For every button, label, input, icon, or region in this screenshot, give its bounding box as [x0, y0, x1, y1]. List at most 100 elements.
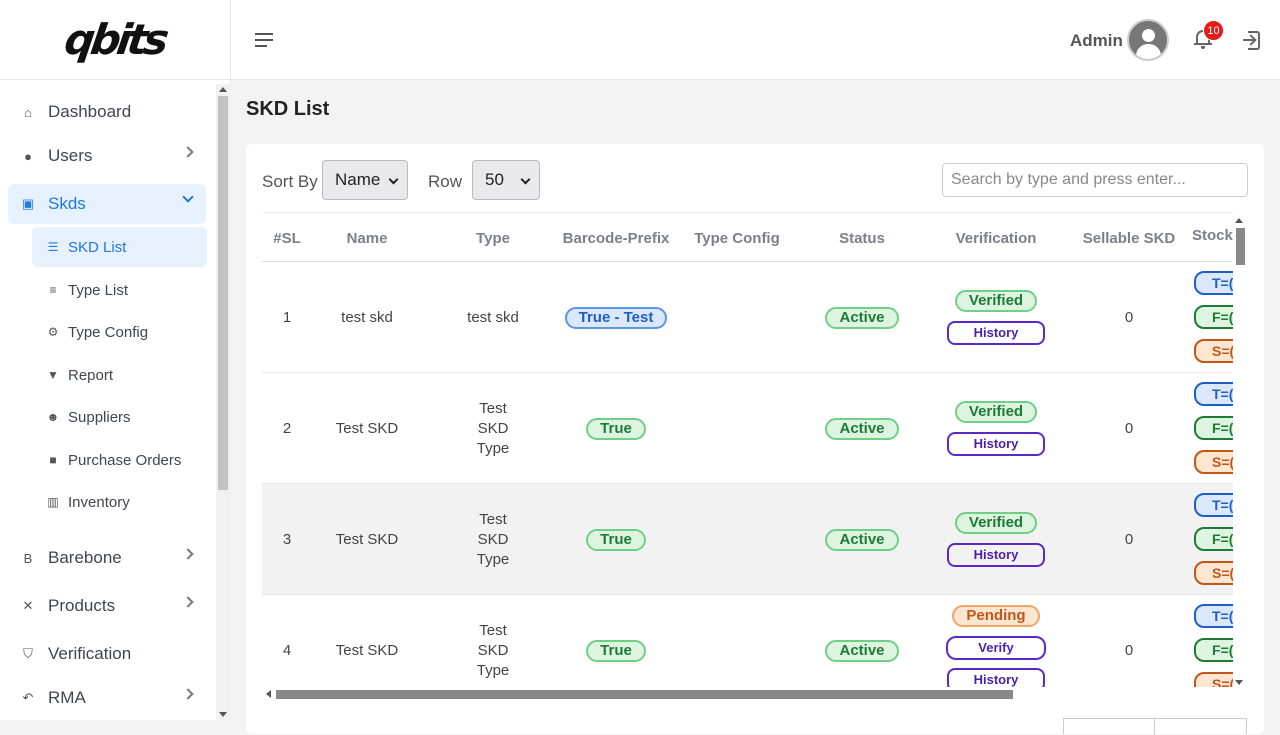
users-icon: ☻ — [46, 410, 60, 424]
sidebar-item-products[interactable]: ✕ Products — [8, 586, 206, 626]
stock-sold-badge: S=( — [1194, 450, 1233, 474]
scroll-down-arrow-icon[interactable] — [219, 712, 227, 717]
brand-logo[interactable]: qbits — [0, 0, 230, 80]
cell-name: Test SKD — [335, 641, 399, 659]
sort-by-select[interactable]: Name — [322, 160, 408, 200]
cell-verification: Verified History — [932, 484, 1060, 595]
header-type[interactable]: Type — [432, 213, 554, 263]
verification-badge: Verified — [954, 512, 1038, 534]
header-barcode-prefix[interactable]: Barcode-Prefix — [560, 213, 672, 263]
cell-sellable: 0 — [1124, 641, 1134, 659]
sidebar-subitem-report[interactable]: ▼ Report — [32, 355, 207, 395]
cell-status: Active — [802, 262, 922, 373]
search-input[interactable] — [942, 163, 1248, 197]
table-horizontal-scrollbar[interactable] — [262, 687, 1233, 701]
sidebar-subitem-label: Inventory — [68, 493, 130, 511]
cell-sellable: 0 — [1124, 419, 1134, 437]
sidebar-subitem-inventory[interactable]: ▥ Inventory — [32, 482, 207, 522]
row-count-value: 50 — [485, 170, 504, 189]
scroll-up-arrow-icon[interactable] — [219, 87, 227, 92]
logout-icon[interactable] — [1243, 31, 1261, 50]
sidebar-scrollbar[interactable] — [216, 84, 231, 720]
user-circle-icon: ● — [24, 148, 32, 164]
chip-icon: ▣ — [21, 196, 35, 211]
sidebar-item-verification[interactable]: ⛉ Verification — [8, 634, 206, 674]
history-button[interactable]: History — [947, 543, 1045, 567]
sidebar-item-skds[interactable]: ▣ Skds — [8, 184, 206, 224]
header-type-config[interactable]: Type Config — [680, 213, 794, 263]
stock-free-badge: F=( — [1194, 527, 1233, 551]
scrollbar-thumb[interactable] — [1236, 228, 1245, 265]
pagination[interactable] — [1063, 718, 1247, 735]
cell-barcode: True - Test — [560, 262, 672, 373]
header-status[interactable]: Status — [802, 213, 922, 263]
sidebar-subitem-label: Type Config — [68, 323, 149, 341]
sidebar-subitem-skd-list[interactable]: ☰ SKD List — [32, 227, 207, 267]
stock-free-badge: F=( — [1194, 305, 1233, 329]
cell-sl: 4 — [282, 641, 292, 659]
table-vertical-scrollbar[interactable] — [1233, 216, 1247, 687]
sidebar-item-label: Skds — [48, 194, 86, 213]
status-badge: Active — [825, 528, 899, 551]
table-row[interactable]: 4 Test SKD Test SKD Type True Active Pen… — [262, 595, 1233, 687]
shopping-bag-icon: ■ — [49, 453, 57, 467]
scroll-down-arrow-icon[interactable] — [1235, 680, 1243, 685]
row-count-select[interactable]: 50 — [472, 160, 540, 200]
header-sellable-skd[interactable]: Sellable SKD — [1072, 213, 1186, 263]
sidebar-item-rma[interactable]: ↶ RMA — [8, 678, 206, 718]
stock-sold-badge: S=( — [1194, 672, 1233, 687]
history-button[interactable]: History — [947, 668, 1045, 687]
status-badge: Active — [825, 639, 899, 662]
sidebar-subitem-suppliers[interactable]: ☻ Suppliers — [32, 397, 207, 437]
cell-status: Active — [802, 595, 922, 687]
sidebar-item-barebone[interactable]: B Barebone — [8, 538, 206, 578]
sidebar-subitem-type-config[interactable]: ⚙ Type Config — [32, 312, 207, 352]
sidebar-subitem-type-list[interactable]: ≡ Type List — [32, 270, 207, 310]
avatar[interactable] — [1127, 19, 1169, 61]
chevron-down-icon — [182, 191, 194, 203]
menu-toggle-icon[interactable] — [255, 33, 273, 47]
stock-total-badge: T=( — [1194, 493, 1233, 517]
table-row[interactable]: 1 test skd test skd True - Test Active V… — [262, 262, 1233, 373]
history-button[interactable]: History — [947, 321, 1045, 345]
cell-verification: Verified History — [932, 262, 1060, 373]
stock-sold-badge: S=( — [1194, 561, 1233, 585]
barcode-prefix-badge: True — [586, 417, 646, 440]
sidebar-subitem-purchase-orders[interactable]: ■ Purchase Orders — [32, 440, 207, 480]
cell-type: Test SKD Type — [476, 399, 510, 457]
table-row[interactable]: 3 Test SKD Test SKD Type True Active Ver… — [262, 484, 1233, 595]
cell-name: Test SKD — [335, 419, 399, 437]
cell-name: test skd — [341, 308, 393, 326]
sidebar-subitem-label: Suppliers — [68, 408, 131, 426]
header-stock[interactable]: Stock — [1192, 213, 1233, 263]
scroll-up-arrow-icon[interactable] — [1235, 218, 1243, 223]
scroll-left-arrow-icon[interactable] — [266, 690, 271, 698]
sidebar-item-label: RMA — [48, 688, 86, 707]
sidebar-item-dashboard[interactable]: ⌂ Dashboard — [8, 92, 206, 132]
admin-name[interactable]: Admin — [1070, 31, 1123, 51]
sidebar-item-label: Users — [48, 146, 93, 165]
shield-check-icon: ⛉ — [23, 646, 33, 661]
history-button[interactable]: History — [947, 432, 1045, 456]
table-row[interactable]: 2 Test SKD Test SKD Type True Active Ver… — [262, 373, 1233, 484]
sidebar-item-users[interactable]: ● Users — [8, 136, 206, 176]
scrollbar-thumb[interactable] — [276, 690, 1013, 699]
cell-status: Active — [802, 484, 922, 595]
status-badge: Active — [825, 417, 899, 440]
header-verification[interactable]: Verification — [932, 213, 1060, 263]
chevron-right-icon — [182, 688, 194, 700]
scrollbar-thumb[interactable] — [218, 96, 228, 490]
verify-button[interactable]: Verify — [946, 636, 1046, 660]
warehouse-icon: ▥ — [47, 495, 59, 509]
skd-list-card: Sort By Name Row 50 #SL Name Type Barcod… — [246, 144, 1264, 735]
sort-by-label: Sort By — [262, 172, 318, 191]
chevron-right-icon — [182, 548, 194, 560]
return-icon: ↶ — [22, 690, 34, 705]
list-icon: ≡ — [49, 283, 57, 297]
gear-icon: ⚙ — [47, 325, 59, 339]
header-sl[interactable]: #SL — [262, 213, 312, 263]
header-name[interactable]: Name — [312, 213, 422, 263]
barcode-prefix-badge: True — [586, 528, 646, 551]
sidebar-item-label: Verification — [48, 644, 132, 663]
expand-icon: ✕ — [22, 598, 34, 613]
